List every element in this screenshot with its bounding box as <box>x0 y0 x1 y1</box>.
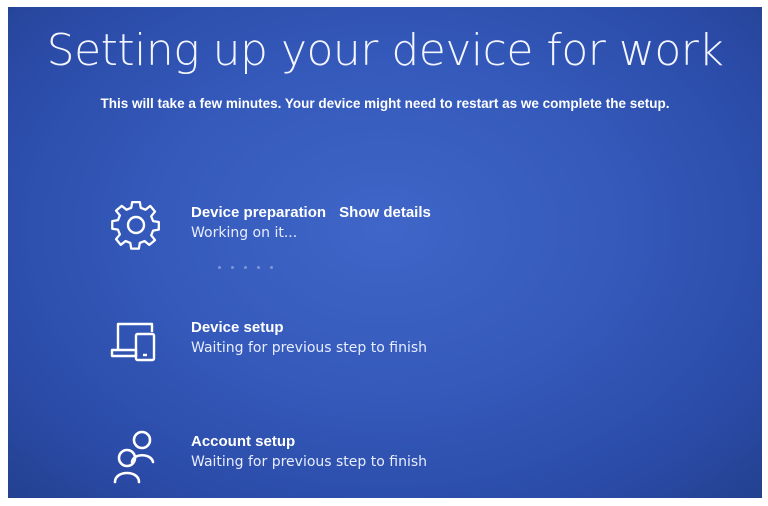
step-text: Device setup Waiting for previous step t… <box>191 317 427 356</box>
step-text: Account setup Waiting for previous step … <box>191 431 427 470</box>
progress-dot <box>218 266 221 269</box>
progress-dot <box>270 266 273 269</box>
step-status: Waiting for previous step to finish <box>191 454 427 470</box>
step-status: Working on it... <box>191 225 298 241</box>
step-device-setup: Device setup Waiting for previous step t… <box>106 310 626 370</box>
step-name: Account setup <box>191 433 296 450</box>
gear-icon <box>106 195 162 255</box>
people-icon <box>106 424 162 484</box>
progress-dot <box>257 266 260 269</box>
progress-dot <box>244 266 247 269</box>
step-status: Waiting for previous step to finish <box>191 340 427 356</box>
setup-screen: Setting up your device for work This wil… <box>8 7 762 498</box>
step-text: Device preparation Show details Working … <box>191 202 431 241</box>
devices-icon <box>106 310 162 370</box>
show-details-link[interactable]: Show details <box>339 204 431 221</box>
progress-dot <box>231 266 234 269</box>
step-device-preparation: Device preparation Show details Working … <box>106 195 626 255</box>
step-account-setup: Account setup Waiting for previous step … <box>106 424 626 484</box>
step-name: Device setup <box>191 319 284 336</box>
progress-indicator <box>218 266 378 270</box>
page-subtitle: This will take a few minutes. Your devic… <box>100 96 670 111</box>
page-title: Setting up your device for work <box>46 25 724 76</box>
step-name: Device preparation <box>191 204 327 221</box>
